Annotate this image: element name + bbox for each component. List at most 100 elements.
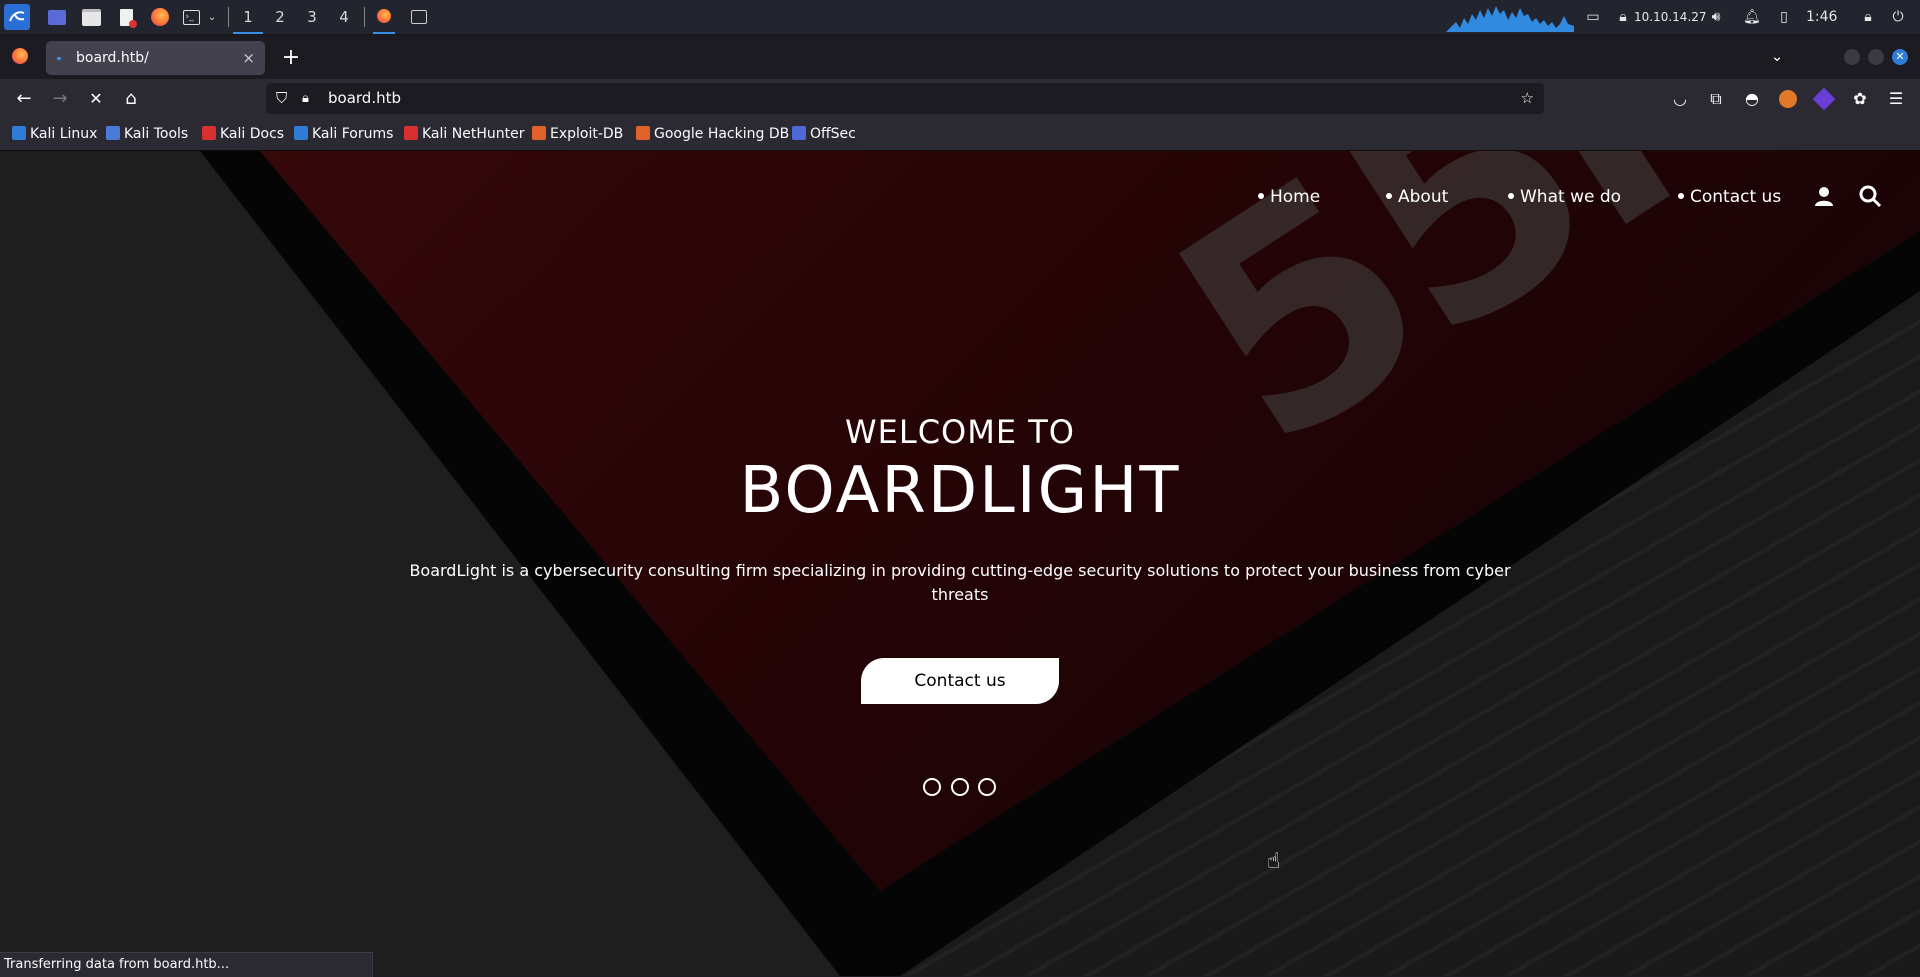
- chevron-down-icon[interactable]: ⌄: [205, 6, 219, 28]
- tab-close-icon[interactable]: ×: [242, 41, 255, 75]
- extension-hat-icon[interactable]: ◓: [1740, 87, 1764, 111]
- vpn-ip-address: 10.10.14.27: [1634, 10, 1707, 24]
- power-icon[interactable]: ⏻: [1890, 9, 1906, 25]
- url-text[interactable]: board.htb: [328, 83, 401, 114]
- extension-wappalyzer-icon[interactable]: [1812, 87, 1836, 111]
- hero-welcome: WELCOME TO: [845, 413, 1075, 451]
- system-panel: ›_ ⌄ 1 2 3 4 ▭ 🔒︎ 10.10.14.27 🔊︎ 🔔︎ ▯ 1:…: [0, 0, 1920, 35]
- bookmark-kali-forums[interactable]: Kali Forums: [294, 119, 393, 150]
- forward-arrow-icon[interactable]: →: [46, 85, 74, 113]
- bookmark-label: Kali Docs: [220, 126, 285, 142]
- web-page: 55l Home About What we do Contact us WEL…: [0, 151, 1920, 976]
- bookmark-star-icon[interactable]: ☆: [1521, 83, 1534, 114]
- close-window-icon[interactable]: ✕: [1892, 49, 1908, 65]
- nav-contact-us[interactable]: Contact us: [1678, 187, 1781, 207]
- carousel-indicator-2[interactable]: [951, 778, 969, 796]
- bookmark-offsec[interactable]: OffSec: [792, 119, 856, 150]
- workspace-2[interactable]: 2: [265, 0, 295, 34]
- bookmark-label: Kali Linux: [30, 126, 98, 142]
- shield-icon[interactable]: ⛉: [276, 83, 287, 114]
- hero-brand-title: BOARDLIGHT: [739, 454, 1181, 528]
- workspace-3[interactable]: 3: [297, 0, 327, 34]
- text-editor-icon[interactable]: [115, 6, 137, 28]
- nav-bullet: [1258, 193, 1264, 199]
- nav-what-we-do[interactable]: What we do: [1508, 187, 1621, 207]
- hero-description: BoardLight is a cybersecurity consulting…: [409, 561, 1511, 604]
- nav-about-label: About: [1398, 187, 1449, 207]
- workspace-4[interactable]: 4: [329, 0, 359, 34]
- search-icon[interactable]: [1858, 184, 1882, 213]
- bookmark-label: Google Hacking DB: [654, 126, 790, 142]
- nav-about[interactable]: About: [1386, 187, 1448, 207]
- nav-what-we-do-label: What we do: [1520, 187, 1622, 207]
- panel-separator: [228, 7, 229, 27]
- file-manager-icon[interactable]: [80, 6, 102, 28]
- firefox-icon[interactable]: [149, 6, 171, 28]
- terminal-icon[interactable]: ›_: [180, 6, 202, 28]
- bookmark-kali-linux[interactable]: Kali Linux: [12, 119, 97, 150]
- bookmark-kali-docs[interactable]: Kali Docs: [202, 119, 284, 150]
- list-tabs-chevron-icon[interactable]: ⌄: [1766, 47, 1788, 69]
- clock: 1:46: [1806, 9, 1838, 25]
- desktop-icon[interactable]: [46, 6, 68, 28]
- nav-home[interactable]: Home: [1258, 187, 1320, 207]
- display-icon[interactable]: ▭: [1585, 9, 1601, 25]
- nav-contact-us-label: Contact us: [1690, 187, 1782, 207]
- carousel-indicator-3[interactable]: [978, 778, 996, 796]
- tab-loading-icon: [57, 57, 61, 60]
- hamburger-menu-icon[interactable]: ☰: [1884, 87, 1908, 111]
- extension-cookie-icon[interactable]: ✿: [1848, 87, 1872, 111]
- panel-separator: [364, 7, 365, 27]
- user-icon[interactable]: [1814, 185, 1834, 212]
- workspace-1[interactable]: 1: [233, 0, 263, 34]
- new-tab-button[interactable]: +: [278, 45, 304, 71]
- terminal-window-button[interactable]: [408, 6, 430, 28]
- kali-nethunter-icon: [404, 126, 418, 140]
- notification-bell-icon[interactable]: 🔔︎: [1743, 9, 1761, 25]
- kali-linux-icon: [12, 126, 26, 140]
- kali-tools-icon: [106, 126, 120, 140]
- extensions-puzzle-icon[interactable]: ⧉: [1704, 87, 1728, 111]
- bookmarks-toolbar: Kali Linux Kali Tools Kali Docs Kali For…: [0, 119, 1920, 151]
- maximize-button[interactable]: [1868, 49, 1884, 65]
- bookmark-kali-tools[interactable]: Kali Tools: [106, 119, 188, 150]
- battery-icon[interactable]: ▯: [1776, 9, 1792, 25]
- minimize-button[interactable]: [1844, 49, 1860, 65]
- bookmark-label: Kali Forums: [312, 126, 394, 142]
- lock-screen-icon[interactable]: 🔒︎: [1860, 9, 1876, 25]
- stop-loading-icon[interactable]: ✕: [82, 85, 110, 113]
- kali-menu-icon[interactable]: [4, 4, 30, 30]
- carousel-indicator-1[interactable]: [923, 778, 941, 796]
- google-hacking-db-icon: [636, 126, 650, 140]
- kali-forums-icon: [294, 126, 308, 140]
- tab-strip: board.htb/ × + ⌄ ✕: [0, 35, 1920, 79]
- vpn-lock-icon[interactable]: 🔒︎: [1615, 9, 1631, 25]
- address-bar[interactable]: ⛉ 🔒︎ board.htb ☆: [266, 83, 1544, 114]
- bookmark-label: Kali Tools: [124, 126, 189, 142]
- offsec-icon: [792, 126, 806, 140]
- nav-bullet: [1386, 193, 1392, 199]
- network-monitor-graph: [1446, 6, 1574, 32]
- bookmark-google-hacking-db[interactable]: Google Hacking DB: [636, 119, 789, 150]
- status-bar: Transferring data from board.htb...: [0, 952, 373, 977]
- pocket-icon[interactable]: ◡: [1668, 87, 1692, 111]
- nav-bullet: [1508, 193, 1514, 199]
- tab-title: board.htb/: [76, 50, 149, 66]
- bookmark-label: OffSec: [810, 126, 856, 142]
- back-arrow-icon[interactable]: ←: [10, 85, 38, 113]
- bookmark-label: Kali NetHunter: [422, 126, 525, 142]
- contact-us-button[interactable]: Contact us: [861, 658, 1059, 704]
- bookmark-label: Exploit-DB: [550, 126, 624, 142]
- extension-foxyproxy-icon[interactable]: [1776, 87, 1800, 111]
- home-icon[interactable]: ⌂: [117, 85, 145, 113]
- volume-icon[interactable]: 🔊︎: [1708, 9, 1724, 25]
- bookmark-exploit-db[interactable]: Exploit-DB: [532, 119, 623, 150]
- firefox-window-button[interactable]: [373, 0, 395, 34]
- padlock-icon[interactable]: 🔒︎: [302, 83, 309, 114]
- exploit-db-icon: [532, 126, 546, 140]
- firefox-view-icon[interactable]: [12, 48, 28, 64]
- bookmark-kali-nethunter[interactable]: Kali NetHunter: [404, 119, 524, 150]
- tab-board-htb[interactable]: board.htb/ ×: [46, 41, 265, 75]
- navigation-toolbar: ← → ✕ ⌂ ⛉ 🔒︎ board.htb ☆ ◡ ⧉ ◓ ✿ ☰: [0, 79, 1920, 119]
- nav-bullet: [1678, 193, 1684, 199]
